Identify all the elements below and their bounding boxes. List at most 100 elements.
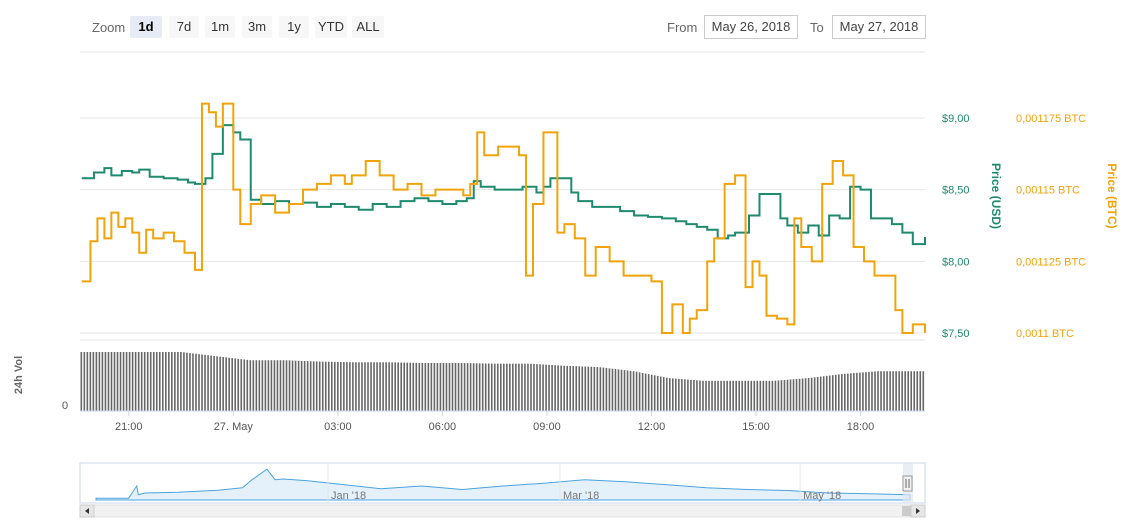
volume-bar — [662, 377, 665, 411]
volume-bar — [83, 352, 86, 411]
volume-bar — [871, 371, 873, 411]
volume-bar — [587, 366, 590, 411]
volume-bar — [337, 361, 339, 411]
volume-bar — [472, 363, 475, 411]
volume-bar — [92, 352, 95, 411]
volume-bar — [165, 352, 167, 411]
volume-bar — [349, 362, 351, 411]
volume-bar — [560, 365, 562, 411]
volume-bar — [352, 362, 354, 411]
volume-bar — [506, 363, 508, 411]
volume-bar — [355, 362, 357, 411]
volume-bar — [225, 357, 227, 411]
volume-bar — [364, 362, 366, 411]
volume-bar — [816, 376, 819, 411]
volume-bar — [572, 366, 575, 411]
volume-bar — [451, 362, 454, 411]
volume-bar — [862, 372, 864, 411]
volume-bar — [427, 362, 430, 411]
x-tick-label: 06:00 — [429, 421, 457, 433]
volume-bar — [379, 362, 381, 411]
volume-bar — [533, 363, 535, 411]
volume-bar — [605, 367, 608, 411]
volume-bar — [137, 352, 140, 411]
btc-price-line[interactable] — [81, 102, 926, 334]
volume-bar — [563, 365, 565, 411]
volume-bar — [672, 378, 674, 411]
volume-bar — [635, 371, 638, 411]
usd-price-line[interactable] — [81, 124, 926, 246]
volume-bar — [847, 373, 849, 411]
volume-bar — [807, 378, 810, 411]
btc-tick-label: 0,0011 BTC — [1016, 328, 1074, 340]
volume-bars — [80, 352, 925, 411]
volume-bar — [678, 378, 680, 411]
volume-bar — [825, 375, 828, 411]
volume-bar — [116, 352, 119, 411]
volume-bar — [490, 363, 493, 411]
volume-bar — [822, 376, 825, 411]
scrollbar-track[interactable] — [79, 504, 926, 518]
volume-bar — [593, 366, 596, 411]
volume-bar — [463, 363, 466, 411]
volume-bar — [146, 352, 149, 411]
volume-bar — [306, 361, 309, 411]
volume-bar — [762, 380, 765, 411]
volume-bar — [720, 380, 722, 411]
volume-bar — [632, 371, 635, 411]
volume-bar — [503, 363, 505, 411]
volume-bar — [907, 371, 910, 411]
volume-bar — [252, 360, 255, 411]
volume-bar — [668, 378, 671, 411]
volume-bar — [675, 378, 677, 411]
volume-bar — [201, 354, 203, 411]
volume-bar — [288, 360, 291, 411]
volume-bar — [457, 362, 460, 411]
volume-bar — [789, 379, 792, 411]
btc-tick-label: 0,00115 BTC — [1016, 185, 1080, 197]
volume-bar — [98, 352, 101, 411]
volume-bar — [397, 362, 399, 411]
volume-bar — [376, 362, 378, 411]
volume-bar — [892, 371, 894, 411]
volume-bar — [210, 355, 212, 411]
volume-bar — [499, 363, 502, 411]
volume-bar — [566, 365, 568, 411]
volume-bar — [89, 352, 92, 411]
volume-bar — [439, 362, 442, 411]
volume-bar — [886, 371, 888, 411]
volume-bar — [421, 362, 424, 411]
usd-axis-ticks: $7,50 $8,00 $8,50 $9,00 — [942, 113, 970, 340]
volume-bar — [681, 379, 683, 411]
volume-bar — [445, 362, 448, 411]
navigator-tick-label: May '18 — [803, 490, 841, 502]
volume-bar — [95, 352, 98, 411]
btc-axis-title: Price (BTC) — [1105, 163, 1119, 228]
volume-bar — [382, 362, 384, 411]
volume-bar — [385, 362, 387, 411]
volume-bar — [125, 352, 128, 411]
volume-bar — [143, 352, 146, 411]
volume-bar — [373, 362, 375, 411]
volume-bar — [180, 352, 182, 411]
volume-bar — [653, 375, 656, 411]
volume-bar — [460, 363, 463, 411]
volume-bar — [343, 362, 345, 411]
volume-bar — [650, 374, 653, 411]
volume-bar — [819, 376, 822, 411]
volume-bar — [216, 356, 218, 411]
volume-bar — [155, 352, 158, 411]
volume-bar — [850, 373, 852, 411]
navigator-handle[interactable] — [902, 475, 913, 492]
volume-bar — [868, 371, 870, 411]
volume-bar — [687, 379, 689, 411]
x-tick-label: 21:00 — [115, 421, 143, 433]
volume-bar — [584, 366, 587, 411]
volume-bar — [161, 352, 164, 411]
volume-bar — [267, 360, 270, 411]
volume-bar — [321, 361, 324, 411]
volume-bar — [919, 371, 922, 411]
volume-bar — [454, 362, 457, 411]
volume-bar — [448, 362, 451, 411]
volume-bar — [418, 362, 421, 411]
